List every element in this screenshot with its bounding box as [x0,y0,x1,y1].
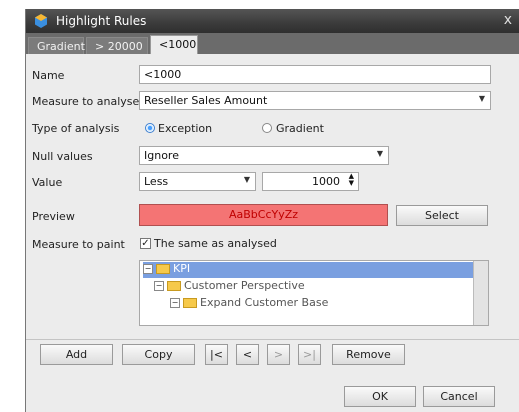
tree-item-label: Customer Perspective [184,279,305,292]
remove-button[interactable]: Remove [332,344,405,365]
tree-item-label: KPI [173,262,191,275]
cancel-button[interactable]: Cancel [423,386,495,407]
measure-to-paint-label: Measure to paint [32,238,125,251]
preview-label: Preview [32,210,75,223]
ok-button[interactable]: OK [344,386,416,407]
exception-radio[interactable] [145,123,155,133]
tree-scrollbar[interactable] [473,261,488,325]
cube-folder-icon [156,264,170,274]
chevron-down-icon: ▼ [243,175,250,184]
collapse-icon[interactable]: − [143,264,153,274]
operator-dropdown[interactable]: Less ▼ [139,172,256,191]
collapse-icon[interactable]: − [154,281,164,291]
next-button[interactable]: > [267,344,290,365]
measure-label: Measure to analyse [32,95,140,108]
tree-item-kpi[interactable]: − KPI [143,262,473,278]
gradient-label[interactable]: Gradient [276,122,324,135]
measure-value: Reseller Sales Amount [144,94,268,107]
type-label: Type of analysis [32,122,120,135]
name-input[interactable]: <1000 [139,65,491,84]
name-label: Name [32,69,65,82]
tree-item-label: Expand Customer Base [200,296,329,309]
preview-swatch: AaBbCcYyZz [139,204,388,226]
tree-item-expand-customer-base[interactable]: − Expand Customer Base [170,296,328,312]
title-bar[interactable]: Highlight Rules x [26,9,519,33]
close-icon[interactable]: x [504,12,512,28]
value-number: 1000 [312,175,340,188]
operator-value: Less [144,175,169,188]
folder-icon [167,281,181,291]
tab-bar: Gradient > 20000 <1000 [26,33,519,54]
same-as-analysed-label[interactable]: The same as analysed [154,237,277,250]
exception-label[interactable]: Exception [158,122,212,135]
value-stepper[interactable]: 1000 ▲ ▼ [262,172,359,191]
add-button[interactable]: Add [40,344,113,365]
first-button[interactable]: |< [205,344,228,365]
prev-button[interactable]: < [236,344,259,365]
chevron-down-icon: ▼ [478,94,485,103]
null-values-label: Null values [32,150,93,163]
gradient-radio[interactable] [262,123,272,133]
tree-item-customer-perspective[interactable]: − Customer Perspective [154,279,305,295]
app-icon [35,14,47,28]
select-button[interactable]: Select [396,205,488,226]
window-title: Highlight Rules [56,14,147,28]
last-button[interactable]: >| [298,344,321,365]
stepper-arrows-icon[interactable]: ▲ ▼ [349,173,354,187]
copy-button[interactable]: Copy [122,344,195,365]
null-values-value: Ignore [144,149,179,162]
measure-dropdown[interactable]: Reseller Sales Amount ▼ [139,91,491,110]
chevron-down-icon: ▼ [376,149,383,158]
collapse-icon[interactable]: − [170,298,180,308]
divider [26,339,519,340]
same-as-analysed-checkbox[interactable]: ✓ [140,238,151,249]
folder-icon [183,298,197,308]
value-label: Value [32,176,63,189]
measure-tree[interactable]: − KPI − Customer Perspective − Expand Custo… [139,260,489,326]
tab-gradient[interactable]: Gradient [28,37,85,54]
null-values-dropdown[interactable]: Ignore ▼ [139,146,389,165]
tab-less-1000[interactable]: <1000 [150,35,198,54]
highlight-rules-dialog: Highlight Rules x Gradient > 20000 <1000… [25,9,519,412]
tab-greater-20000[interactable]: > 20000 [86,37,148,54]
